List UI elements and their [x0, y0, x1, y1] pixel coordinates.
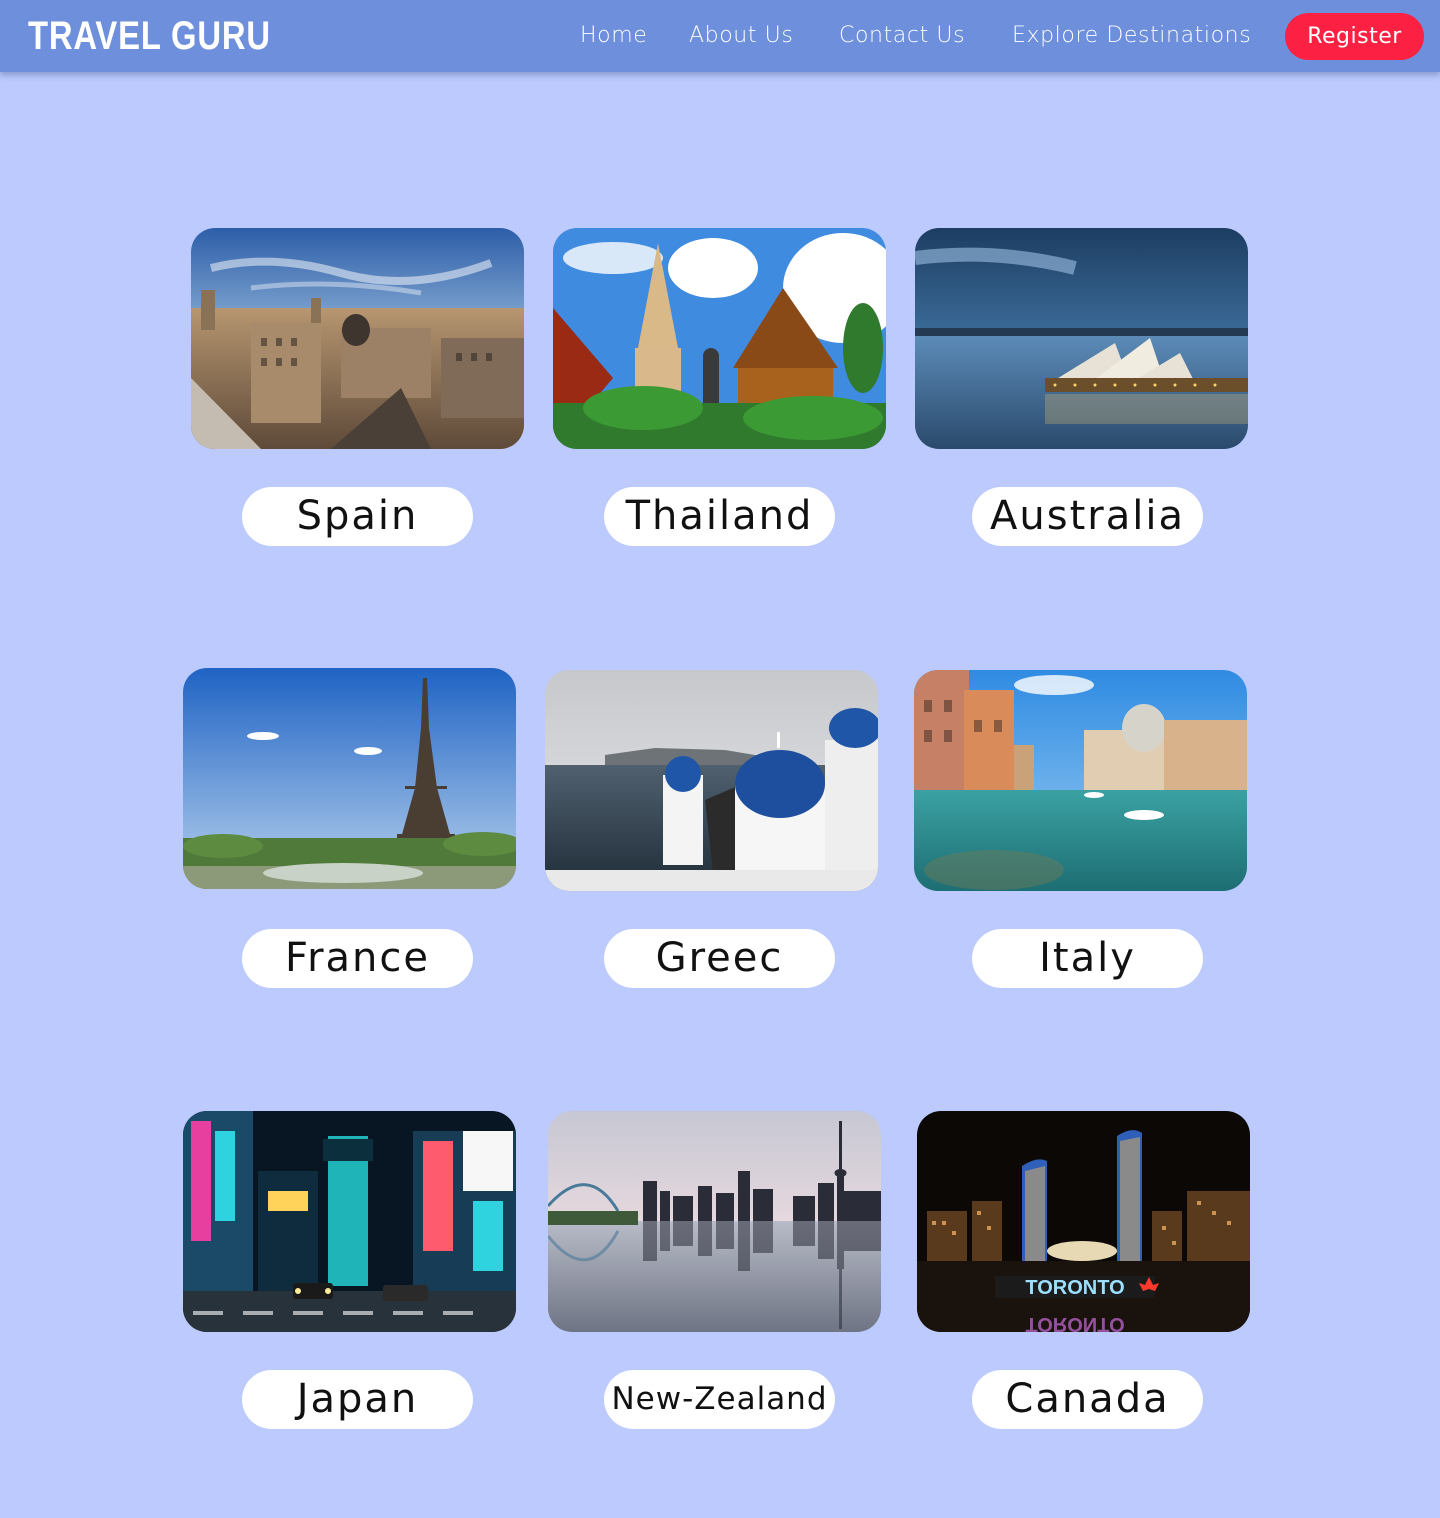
- destination-image-italy[interactable]: [914, 670, 1247, 891]
- destination-label-spain[interactable]: Spain: [242, 487, 473, 546]
- destination-label-new-zealand[interactable]: New-Zealand: [604, 1370, 835, 1429]
- destination-label-france[interactable]: France: [242, 929, 473, 988]
- nav-link-about-us[interactable]: About Us: [689, 20, 793, 52]
- brand-logo[interactable]: TRAVEL GURU: [28, 10, 271, 62]
- nav-link-explore-destinations[interactable]: Explore Destinations: [1012, 20, 1251, 52]
- nav-link-home[interactable]: Home: [580, 20, 647, 52]
- destination-label-canada[interactable]: Canada: [972, 1370, 1203, 1429]
- destination-image-australia[interactable]: [915, 228, 1248, 449]
- navbar: TRAVEL GURU Home About Us Contact Us Exp…: [0, 0, 1440, 72]
- destination-image-greece[interactable]: [545, 670, 878, 891]
- destination-image-spain[interactable]: [191, 228, 524, 449]
- destination-label-australia[interactable]: Australia: [972, 487, 1203, 546]
- destination-label-japan[interactable]: Japan: [242, 1370, 473, 1429]
- destination-label-thailand[interactable]: Thailand: [604, 487, 835, 546]
- destination-image-thailand[interactable]: [553, 228, 886, 449]
- destination-image-canada[interactable]: TORONTO TORONTO: [917, 1111, 1250, 1332]
- destination-image-france[interactable]: [183, 668, 516, 889]
- destination-label-italy[interactable]: Italy: [972, 929, 1203, 988]
- svg-text:TORONTO: TORONTO: [1025, 1313, 1124, 1332]
- register-button[interactable]: Register: [1285, 13, 1424, 60]
- destination-label-greece[interactable]: Greec: [604, 929, 835, 988]
- destination-image-japan[interactable]: [183, 1111, 516, 1332]
- destination-image-new-zealand[interactable]: [548, 1111, 881, 1332]
- nav-link-contact-us[interactable]: Contact Us: [839, 20, 965, 52]
- svg-text:TORONTO: TORONTO: [1025, 1277, 1124, 1299]
